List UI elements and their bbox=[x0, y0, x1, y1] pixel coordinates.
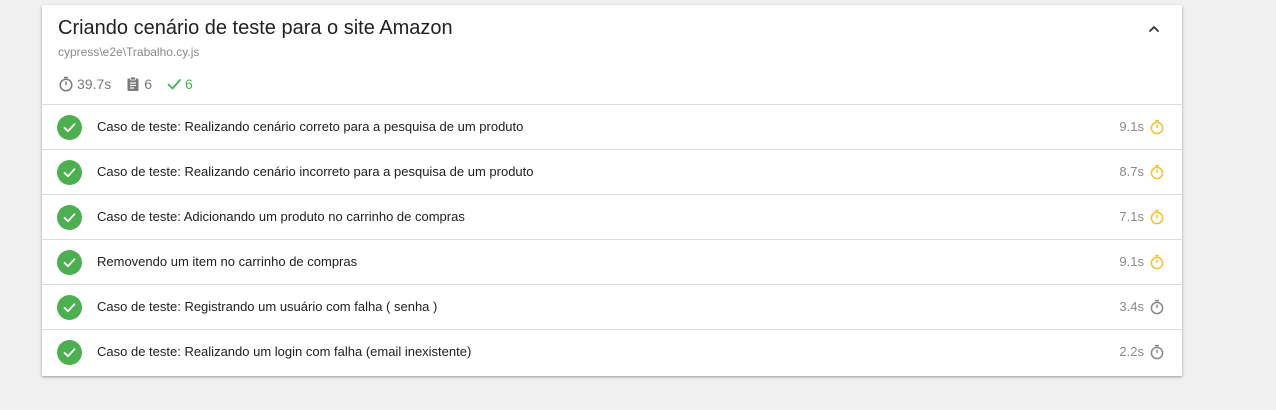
test-row[interactable]: Caso de teste: Realizando cenário incorr… bbox=[42, 150, 1182, 195]
collapse-button[interactable] bbox=[1142, 17, 1166, 41]
test-duration: 3.4s bbox=[1119, 299, 1144, 314]
test-row[interactable]: Caso de teste: Realizando um login com f… bbox=[42, 330, 1182, 375]
test-title: Caso de teste: Realizando cenário incorr… bbox=[97, 164, 534, 179]
test-title: Caso de teste: Adicionando um produto no… bbox=[97, 209, 465, 224]
stopwatch-icon bbox=[59, 76, 73, 92]
passed-check-icon bbox=[57, 250, 82, 275]
test-row[interactable]: Caso de teste: Adicionando um produto no… bbox=[42, 195, 1182, 240]
suite-stats: 39.7s 6 6 bbox=[58, 75, 207, 93]
suite-file-path: cypress\e2e\Trabalho.cy.js bbox=[58, 45, 200, 59]
passed-check-icon bbox=[57, 160, 82, 185]
stopwatch-icon bbox=[1150, 209, 1164, 225]
test-row[interactable]: Caso de teste: Registrando um usuário co… bbox=[42, 285, 1182, 330]
test-title: Caso de teste: Realizando cenário corret… bbox=[97, 119, 524, 134]
chevron-up-icon bbox=[1149, 26, 1159, 32]
duration-stat: 39.7s bbox=[58, 76, 111, 92]
tests-list: Caso de teste: Realizando cenário corret… bbox=[42, 105, 1182, 375]
tests-count-stat: 6 bbox=[125, 76, 152, 92]
test-row[interactable]: Removendo um item no carrinho de compras… bbox=[42, 240, 1182, 285]
test-duration: 7.1s bbox=[1119, 209, 1144, 224]
suite-header: Criando cenário de teste para o site Ama… bbox=[42, 5, 1182, 105]
stopwatch-icon bbox=[1150, 299, 1164, 315]
clipboard-icon bbox=[127, 76, 139, 91]
passed-check-icon bbox=[57, 295, 82, 320]
test-duration: 2.2s bbox=[1119, 344, 1144, 359]
passed-check-icon bbox=[57, 115, 82, 140]
test-title: Caso de teste: Registrando um usuário co… bbox=[97, 299, 438, 314]
stopwatch-icon bbox=[1150, 254, 1164, 270]
stopwatch-icon bbox=[1150, 119, 1164, 135]
duration-value: 39.7s bbox=[77, 76, 112, 92]
suite-title: Criando cenário de teste para o site Ama… bbox=[58, 17, 453, 39]
passed-check-icon bbox=[57, 340, 82, 365]
stopwatch-icon bbox=[1150, 344, 1164, 360]
test-duration: 9.1s bbox=[1119, 119, 1144, 134]
test-duration: 8.7s bbox=[1119, 164, 1144, 179]
test-title: Removendo um item no carrinho de compras bbox=[97, 254, 358, 269]
passed-check-icon bbox=[57, 205, 82, 230]
test-row[interactable]: Caso de teste: Realizando cenário corret… bbox=[42, 105, 1182, 150]
test-title: Caso de teste: Realizando um login com f… bbox=[97, 344, 472, 359]
test-duration: 9.1s bbox=[1119, 254, 1144, 269]
passes-stat: 6 bbox=[166, 76, 193, 92]
tests-count-value: 6 bbox=[144, 76, 153, 92]
passes-value: 6 bbox=[185, 76, 193, 92]
check-icon bbox=[167, 79, 181, 90]
stopwatch-icon bbox=[1150, 164, 1164, 180]
suite-card: Criando cenário de teste para o site Ama… bbox=[42, 5, 1182, 376]
